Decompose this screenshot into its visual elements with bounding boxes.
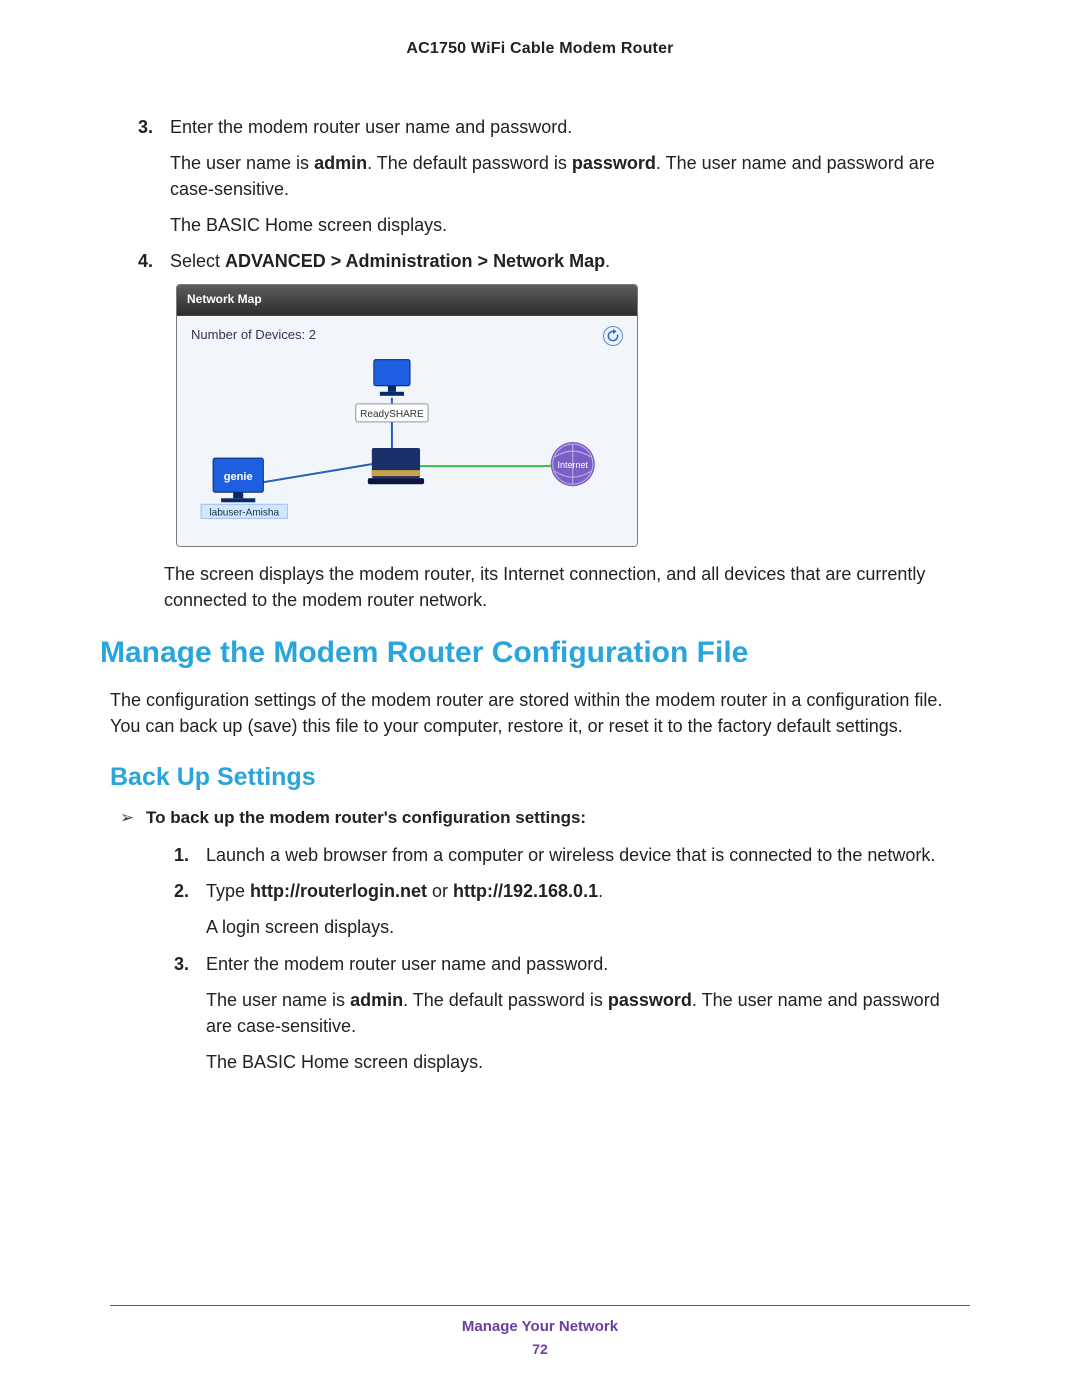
step-text: Type http://routerlogin.net or http://19… [206, 878, 970, 904]
credentials-note: The user name is admin. The default pass… [206, 987, 970, 1039]
readyshare-label: ReadySHARE [360, 409, 424, 420]
router-url-2: http://192.168.0.1 [453, 881, 598, 901]
section-heading-manage-config: Manage the Modem Router Configuration Fi… [100, 635, 970, 671]
step-text: Enter the modem router user name and pas… [170, 114, 970, 140]
password-word: password [572, 153, 656, 173]
bstep-2: 2. Type http://routerlogin.net or http:/… [206, 878, 970, 940]
basic-home-note: The BASIC Home screen displays. [206, 1049, 970, 1075]
step-text: Select ADVANCED > Administration > Netwo… [170, 248, 970, 274]
network-map-titlebar: Network Map [177, 285, 637, 315]
step-number: 2. [174, 878, 189, 904]
step-text: Launch a web browser from a computer or … [206, 842, 970, 868]
network-map-screenshot: Network Map Number of Devices: 2 [176, 284, 638, 546]
step-3: 3. Enter the modem router user name and … [170, 114, 970, 238]
router-url-1: http://routerlogin.net [250, 881, 427, 901]
step-number: 3. [174, 951, 189, 977]
footer-section-title: Manage Your Network [110, 1318, 970, 1335]
bstep-3: 3. Enter the modem router user name and … [206, 951, 970, 1075]
after-network-map-text: The screen displays the modem router, it… [164, 561, 970, 613]
refresh-icon[interactable] [603, 326, 623, 346]
doc-title: AC1750 WiFi Cable Modem Router [110, 40, 970, 58]
footer-rule [110, 1305, 970, 1306]
admin-word: admin [350, 990, 403, 1010]
internet-label: Internet [557, 460, 588, 470]
top-step-list: 3. Enter the modem router user name and … [110, 114, 970, 613]
admin-word: admin [314, 153, 367, 173]
password-word: password [608, 990, 692, 1010]
step-text: Enter the modem router user name and pas… [206, 951, 970, 977]
step-4: 4. Select ADVANCED > Administration > Ne… [170, 248, 970, 613]
page-footer: Manage Your Network 72 [110, 1305, 970, 1357]
network-map-diagram: ReadySHARE genie labuser-Amisha [191, 346, 623, 532]
step-number: 3. [138, 114, 153, 140]
network-map-body: Number of Devices: 2 [177, 316, 637, 546]
nav-path: ADVANCED > Administration > Network Map [225, 251, 605, 271]
step-number: 1. [174, 842, 189, 868]
procedure-title: To back up the modem router's configurat… [120, 808, 970, 828]
step-number: 4. [138, 248, 153, 274]
genie-badge: genie [224, 471, 253, 483]
footer-page-number: 72 [110, 1341, 970, 1357]
devices-count-label: Number of Devices: 2 [191, 326, 316, 345]
bottom-step-list: 1. Launch a web browser from a computer … [110, 842, 970, 1075]
page: AC1750 WiFi Cable Modem Router 3. Enter … [0, 0, 1080, 1397]
credentials-note: The user name is admin. The default pass… [170, 150, 970, 202]
basic-home-note: The BASIC Home screen displays. [170, 212, 970, 238]
login-screen-note: A login screen displays. [206, 914, 970, 940]
client-hostname: labuser-Amisha [209, 507, 279, 518]
subsection-heading-backup: Back Up Settings [110, 763, 970, 792]
bstep-1: 1. Launch a web browser from a computer … [206, 842, 970, 868]
section-intro: The configuration settings of the modem … [110, 687, 970, 739]
